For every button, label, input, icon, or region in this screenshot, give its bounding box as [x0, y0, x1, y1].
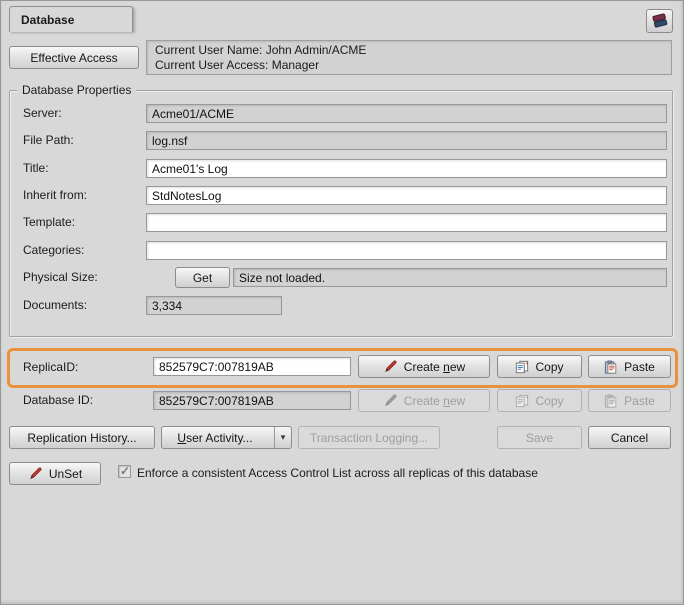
replication-history-button[interactable]: Replication History...: [9, 426, 155, 449]
database-id-paste-button: Paste: [588, 389, 671, 412]
replica-id-label: ReplicaID:: [23, 360, 78, 374]
paste-label: Paste: [624, 394, 655, 408]
template-input[interactable]: [146, 213, 667, 232]
paste-icon: [604, 394, 618, 408]
title-label: Title:: [23, 161, 49, 175]
pen-icon: [28, 466, 43, 481]
tab-database[interactable]: Database: [9, 6, 133, 32]
copy-label: Copy: [535, 360, 563, 374]
create-new-label: Create new: [404, 360, 465, 374]
user-activity-button[interactable]: User Activity... ▾: [161, 426, 292, 449]
title-input[interactable]: [146, 159, 667, 178]
physical-size-field: Size not loaded.: [233, 268, 667, 287]
user-activity-label: User Activity...: [162, 427, 268, 448]
paste-icon: [604, 360, 618, 374]
database-properties-icon: [651, 13, 669, 30]
database-id-copy-button: Copy: [497, 389, 582, 412]
inherit-from-label: Inherit from:: [23, 188, 87, 202]
enforce-acl-checkbox[interactable]: [118, 465, 131, 478]
inherit-from-input[interactable]: [146, 186, 667, 205]
server-field: Acme01/ACME: [146, 104, 667, 123]
replica-copy-button[interactable]: Copy: [497, 355, 582, 378]
documents-field: 3,334: [146, 296, 282, 315]
copy-icon: [515, 394, 529, 408]
unset-button[interactable]: UnSet: [9, 462, 101, 485]
effective-access-button[interactable]: Effective Access: [9, 46, 139, 69]
replica-id-input[interactable]: [153, 357, 351, 376]
copy-icon: [515, 360, 529, 374]
current-user-name: Current User Name: John Admin/ACME: [155, 43, 663, 58]
current-user-infobox: Current User Name: John Admin/ACME Curre…: [146, 40, 672, 75]
file-path-field: log.nsf: [146, 131, 667, 150]
enforce-acl-label: Enforce a consistent Access Control List…: [137, 466, 538, 480]
database-id-field: 852579C7:007819AB: [153, 391, 351, 410]
group-title: Database Properties: [17, 83, 136, 97]
unset-label: UnSet: [49, 467, 82, 481]
categories-label: Categories:: [23, 243, 84, 257]
get-size-button[interactable]: Get: [175, 267, 230, 288]
documents-label: Documents:: [23, 298, 87, 312]
cancel-label: Cancel: [611, 431, 648, 445]
effective-access-label: Effective Access: [30, 51, 117, 65]
database-id-label: Database ID:: [23, 393, 93, 407]
replica-paste-button[interactable]: Paste: [588, 355, 671, 378]
properties-icon-button[interactable]: [646, 9, 673, 33]
current-user-access: Current User Access: Manager: [155, 58, 663, 73]
create-new-label: Create new: [404, 394, 465, 408]
transaction-logging-label: Transaction Logging...: [310, 431, 428, 445]
copy-label: Copy: [535, 394, 563, 408]
paste-label: Paste: [624, 360, 655, 374]
pen-icon: [383, 359, 398, 374]
pen-icon: [383, 393, 398, 408]
transaction-logging-button: Transaction Logging...: [298, 426, 440, 449]
tab-label: Database: [21, 13, 74, 27]
cancel-button[interactable]: Cancel: [588, 426, 671, 449]
replication-history-label: Replication History...: [27, 431, 136, 445]
replica-create-new-button[interactable]: Create new: [358, 355, 490, 378]
database-properties-window: Database Effective Access Current User N…: [0, 0, 684, 605]
server-label: Server:: [23, 106, 62, 120]
save-button: Save: [497, 426, 582, 449]
template-label: Template:: [23, 215, 75, 229]
categories-input[interactable]: [146, 241, 667, 260]
chevron-down-icon[interactable]: ▾: [274, 427, 291, 448]
database-id-create-new-button: Create new: [358, 389, 490, 412]
physical-size-label: Physical Size:: [23, 270, 98, 284]
file-path-label: File Path:: [23, 133, 74, 147]
get-label: Get: [193, 271, 212, 285]
save-label: Save: [526, 431, 553, 445]
